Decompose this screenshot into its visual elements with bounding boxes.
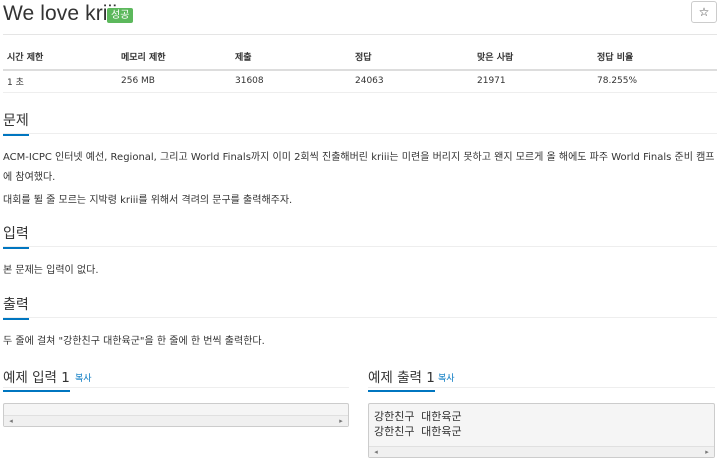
sample-input-header: 예제 입력 1 복사 (3, 366, 349, 392)
ratio-value: 78.255% (593, 70, 717, 93)
description-paragraph-1: ACM-ICPC 인터넷 예선, Regional, 그리고 World Fin… (3, 152, 715, 183)
title-divider (3, 34, 717, 35)
output-section-header: 출력 (3, 294, 717, 320)
problem-info-table: 시간 제한 메모리 제한 제출 정답 맞은 사람 정답 비율 1 초 256 M… (3, 44, 717, 93)
scroll-right-icon[interactable]: ▸ (702, 447, 712, 457)
header-time-limit: 시간 제한 (3, 44, 117, 71)
accepted-value: 24063 (351, 70, 473, 93)
sample-output-box: 강한친구 대한육군 강한친구 대한육군 ◂ ▸ (368, 403, 715, 458)
table-row: 1 초 256 MB 31608 24063 21971 78.255% (3, 70, 717, 93)
header-accepted: 정답 (351, 44, 473, 71)
header-submissions: 제출 (231, 44, 351, 71)
submissions-value: 31608 (231, 70, 351, 93)
star-button[interactable]: ☆ (691, 1, 717, 23)
memory-limit-value: 256 MB (117, 70, 231, 93)
input-heading: 입력 (3, 223, 29, 249)
sample-output-copy-button[interactable]: 복사 (438, 371, 455, 384)
header-solved-users: 맞은 사람 (473, 44, 593, 71)
scroll-right-icon[interactable]: ▸ (336, 416, 346, 426)
problem-title: We love kriii (3, 2, 118, 25)
table-header-row: 시간 제한 메모리 제한 제출 정답 맞은 사람 정답 비율 (3, 44, 717, 71)
sample-input-box: ◂ ▸ (3, 403, 349, 427)
output-heading: 출력 (3, 294, 29, 320)
sample-output-scrollbar[interactable]: ◂ ▸ (369, 446, 714, 457)
solved-users-value: 21971 (473, 70, 593, 93)
time-limit-value: 1 초 (3, 70, 117, 93)
sample-input-scrollbar[interactable]: ◂ ▸ (4, 415, 348, 426)
sample-input-heading: 예제 입력 1 (3, 366, 70, 392)
header-ratio: 정답 비율 (593, 44, 717, 71)
status-badge: 성공 (107, 8, 134, 23)
output-description: 두 줄에 걸쳐 "강한친구 대한육군"을 한 줄에 한 번씩 출력한다. (3, 336, 265, 347)
input-section-header: 입력 (3, 223, 717, 249)
scroll-left-icon[interactable]: ◂ (6, 416, 16, 426)
sample-output-content: 강한친구 대한육군 강한친구 대한육군 (374, 410, 462, 438)
problem-header: We love kriii 성공 ☆ (3, 0, 717, 33)
input-description: 본 문제는 입력이 없다. (3, 265, 99, 276)
sample-input-copy-button[interactable]: 복사 (75, 371, 92, 384)
scroll-left-icon[interactable]: ◂ (371, 447, 381, 457)
star-icon: ☆ (698, 5, 710, 19)
sample-output-heading: 예제 출력 1 (368, 366, 435, 392)
sample-output-header: 예제 출력 1 복사 (368, 366, 715, 392)
description-section-header: 문제 (3, 110, 717, 136)
description-heading: 문제 (3, 110, 29, 136)
header-memory-limit: 메모리 제한 (117, 44, 231, 71)
description-paragraph-2: 대회를 뛸 줄 모르는 지박령 kriii를 위해서 격려의 문구를 출력해주자… (3, 195, 293, 206)
